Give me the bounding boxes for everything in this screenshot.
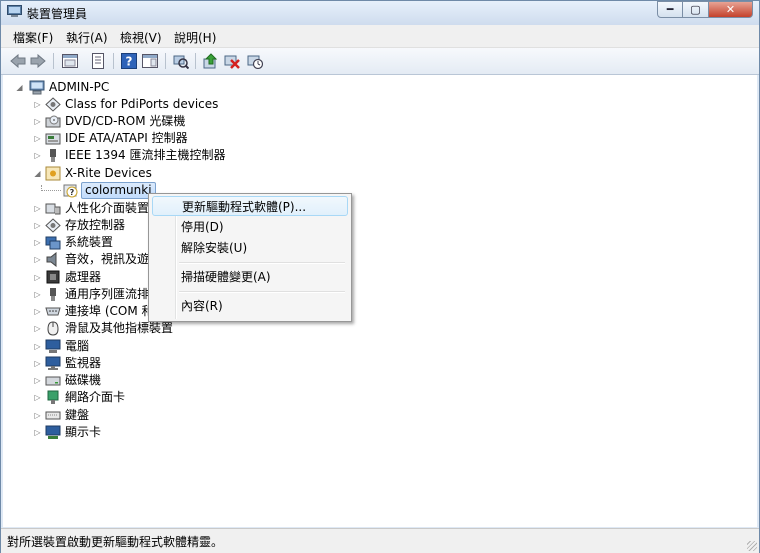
svg-text:?: ? xyxy=(70,188,75,197)
mouse-icon xyxy=(47,321,59,336)
collapse-arrow-icon[interactable]: ◢ xyxy=(33,165,42,182)
resize-grip[interactable] xyxy=(747,541,757,551)
menu-view[interactable]: 檢視(V) xyxy=(120,29,162,46)
update-driver-icon[interactable] xyxy=(202,52,220,70)
menu-item-scan-hardware[interactable]: 掃描硬體變更(A) xyxy=(152,267,348,287)
com-port-icon xyxy=(45,307,61,316)
unknown-device-icon: ? xyxy=(63,184,78,198)
expand-arrow-icon[interactable]: ▷ xyxy=(33,372,42,389)
help-icon[interactable]: ? xyxy=(120,52,138,70)
ide-controller-icon xyxy=(45,133,61,145)
back-arrow-icon[interactable] xyxy=(9,52,27,70)
tree-item-label: Class for PdiPorts devices xyxy=(65,97,219,111)
tree-item-label: IDE ATA/ATAPI 控制器 xyxy=(65,131,188,145)
storage-controller-icon xyxy=(45,218,61,233)
expand-arrow-icon[interactable]: ▷ xyxy=(33,320,42,337)
computer-icon xyxy=(29,80,45,95)
tree-item-label: 監視器 xyxy=(65,356,102,370)
status-text: 對所選裝置啟動更新驅動程式軟體精靈。 xyxy=(7,535,224,549)
minimize-button[interactable]: ━ xyxy=(657,1,683,18)
expand-arrow-icon[interactable]: ▷ xyxy=(33,424,42,441)
monitor-icon xyxy=(45,356,61,370)
tree-item-label: DVD/CD-ROM 光碟機 xyxy=(65,114,186,128)
tree-item-label: 網路介面卡 xyxy=(65,390,126,404)
tree-item-label: 音效，視訊及遊 xyxy=(65,252,150,266)
status-bar: 對所選裝置啟動更新驅動程式軟體精靈。 xyxy=(1,528,759,553)
expand-arrow-icon[interactable]: ▷ xyxy=(33,200,42,217)
network-adapter-icon xyxy=(47,390,59,404)
device-tree[interactable]: ◢ ADMIN-PC ▷ Class for PdiPorts devices … xyxy=(3,75,757,527)
device-manager-window: 裝置管理員 ━ ▢ ✕ 檔案(F) 執行(A) 檢視(V) 說明(H) ? ◢ … xyxy=(0,0,760,553)
scan-hardware-icon[interactable] xyxy=(172,52,190,70)
tree-item-label: 滑鼠及其他指標裝置 xyxy=(65,321,174,335)
expand-arrow-icon[interactable]: ▷ xyxy=(33,338,42,355)
menu-file[interactable]: 檔案(F) xyxy=(13,29,53,46)
collapse-arrow-icon[interactable]: ◢ xyxy=(15,79,24,96)
forward-arrow-icon[interactable] xyxy=(29,52,47,70)
expand-arrow-icon[interactable]: ▷ xyxy=(33,355,42,372)
maximize-button[interactable]: ▢ xyxy=(683,1,709,18)
context-menu: 更新驅動程式軟體(P)... 停用(D) 解除安裝(U) 掃描硬體變更(A) 內… xyxy=(148,193,352,322)
root-label: ADMIN-PC xyxy=(49,80,110,94)
disable-icon[interactable] xyxy=(246,52,264,70)
expand-arrow-icon[interactable]: ▷ xyxy=(33,389,42,406)
tree-item-label: 顯示卡 xyxy=(65,425,102,439)
expand-arrow-icon[interactable]: ▷ xyxy=(33,234,42,251)
usb-icon xyxy=(50,288,56,301)
system-device-icon xyxy=(45,236,61,250)
disk-drive-icon xyxy=(45,376,61,386)
expand-arrow-icon[interactable]: ▷ xyxy=(33,96,42,113)
expand-arrow-icon[interactable]: ▷ xyxy=(33,130,42,147)
ieee1394-icon xyxy=(50,149,56,162)
expand-arrow-icon[interactable]: ▷ xyxy=(33,251,42,268)
properties-icon[interactable] xyxy=(89,52,107,70)
uninstall-icon[interactable] xyxy=(223,52,241,70)
title-bar: 裝置管理員 ━ ▢ ✕ xyxy=(1,1,759,25)
menu-item-update-driver[interactable]: 更新驅動程式軟體(P)... xyxy=(152,196,348,216)
action-pane-icon[interactable] xyxy=(141,52,159,70)
toolbar: ? xyxy=(1,48,759,75)
hid-icon xyxy=(45,203,61,215)
port-class-icon xyxy=(45,97,61,112)
tree-item-label: 存放控制器 xyxy=(65,218,126,232)
menu-help[interactable]: 說明(H) xyxy=(174,29,216,46)
dvd-drive-icon xyxy=(45,115,61,128)
tree-item-label: 人性化介面裝置 xyxy=(65,201,150,215)
menu-item-uninstall[interactable]: 解除安裝(U) xyxy=(152,238,348,258)
processor-icon xyxy=(46,270,60,284)
tree-item-label: 處理器 xyxy=(65,270,102,284)
menu-bar: 檔案(F) 執行(A) 檢視(V) 說明(H) xyxy=(1,25,759,48)
tree-item-label: 連接埠 (COM 和 xyxy=(65,304,154,318)
sound-icon xyxy=(46,252,57,267)
close-button[interactable]: ✕ xyxy=(709,1,753,18)
menu-separator xyxy=(179,262,345,264)
tree-item-label: 磁碟機 xyxy=(65,373,102,387)
expand-arrow-icon[interactable]: ▷ xyxy=(33,407,42,424)
show-hide-tree-icon[interactable] xyxy=(61,52,79,70)
keyboard-icon xyxy=(45,411,61,420)
expand-arrow-icon[interactable]: ▷ xyxy=(33,303,42,320)
menu-separator xyxy=(179,291,345,293)
menu-item-disable[interactable]: 停用(D) xyxy=(152,217,348,237)
device-manager-app-icon xyxy=(7,5,22,17)
display-adapter-icon xyxy=(45,425,61,439)
tree-item-label: 電腦 xyxy=(65,339,90,353)
tree-item-label: 通用序列匯流排 xyxy=(65,287,150,301)
expand-arrow-icon[interactable]: ▷ xyxy=(33,286,42,303)
tree-item-label: IEEE 1394 匯流排主機控制器 xyxy=(65,148,226,162)
tree-item-label: X-Rite Devices xyxy=(65,166,152,180)
expand-arrow-icon[interactable]: ▷ xyxy=(33,113,42,130)
tree-item-label: 系統裝置 xyxy=(65,235,114,249)
xrite-device-icon xyxy=(45,166,61,181)
window-title: 裝置管理員 xyxy=(27,7,88,21)
expand-arrow-icon[interactable]: ▷ xyxy=(33,269,42,286)
menu-item-properties[interactable]: 內容(R) xyxy=(152,296,348,316)
expand-arrow-icon[interactable]: ▷ xyxy=(33,147,42,164)
tree-item-label-selected: colormunki xyxy=(81,182,156,199)
computer-icon xyxy=(45,339,61,353)
tree-item-label: 鍵盤 xyxy=(65,408,90,422)
expand-arrow-icon[interactable]: ▷ xyxy=(33,217,42,234)
menu-action[interactable]: 執行(A) xyxy=(66,29,108,46)
svg-text:?: ? xyxy=(126,55,133,69)
